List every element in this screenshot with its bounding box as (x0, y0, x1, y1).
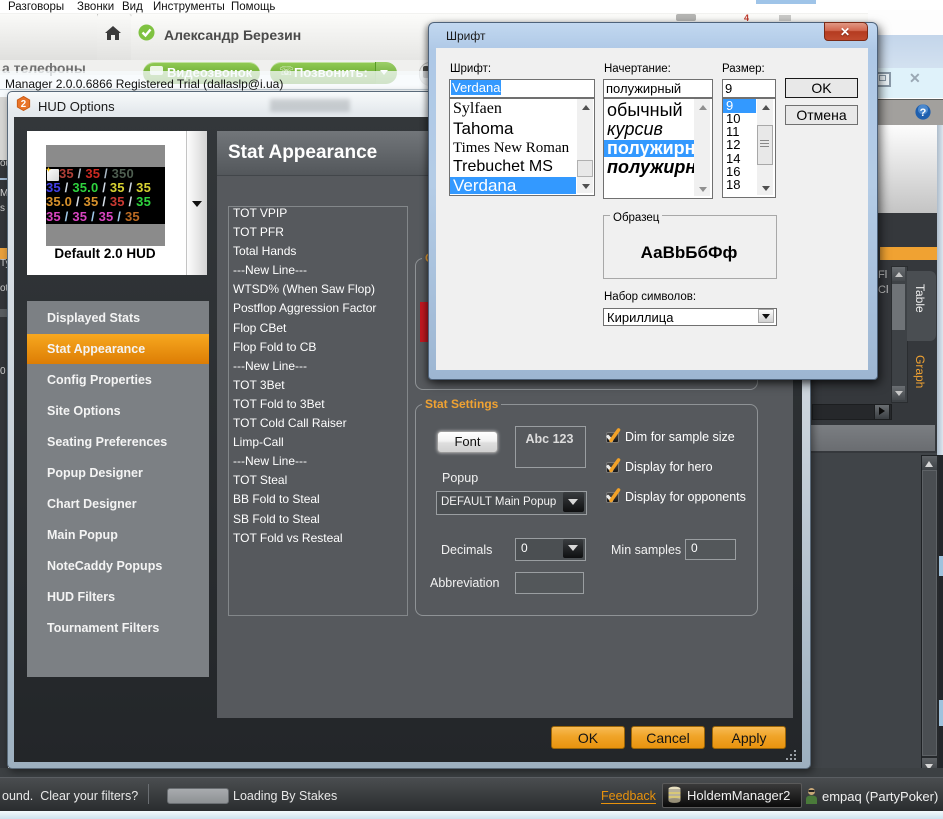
svg-text:?: ? (920, 107, 927, 119)
svg-text:2: 2 (21, 99, 26, 110)
